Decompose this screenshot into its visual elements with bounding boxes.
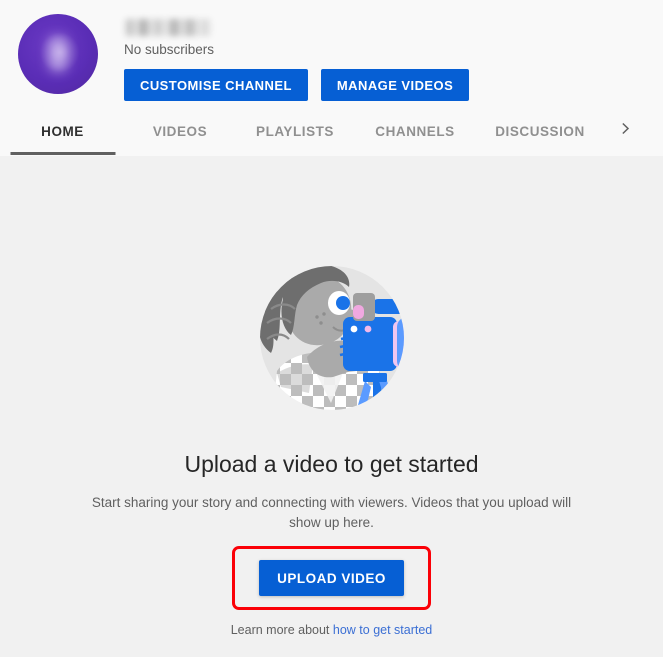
subscriber-count: No subscribers: [124, 42, 215, 57]
tab-home-label: HOME: [41, 124, 84, 139]
tab-playlists-label: PLAYLISTS: [256, 124, 334, 139]
tab-videos-label: VIDEOS: [152, 124, 208, 139]
tab-channels[interactable]: CHANNELS: [355, 110, 475, 156]
channel-action-buttons: CUSTOMISE CHANNEL MANAGE VIDEOS: [124, 69, 470, 101]
how-to-get-started-link[interactable]: how to get started: [333, 623, 432, 637]
channel-name-redacted: [124, 19, 212, 36]
tab-videos[interactable]: VIDEOS: [125, 110, 235, 156]
channel-header-inner: No subscribers CUSTOMISE CHANNEL MANAGE …: [18, 14, 470, 101]
manage-videos-button[interactable]: MANAGE VIDEOS: [320, 69, 470, 101]
tab-discussion[interactable]: DISCUSSION: [475, 110, 605, 156]
empty-state-subtitle: Start sharing your story and connecting …: [91, 495, 572, 530]
learn-more-prefix: Learn more about: [230, 623, 333, 637]
tab-discussion-label: DISCUSSION: [495, 124, 585, 139]
tab-channels-label: CHANNELS: [375, 124, 455, 139]
channel-meta: No subscribers CUSTOMISE CHANNEL MANAGE …: [124, 14, 470, 101]
avatar-initial-blurred: [49, 37, 67, 71]
empty-state-title: Upload a video to get started: [184, 451, 479, 477]
channel-home-empty-state: Upload a video to get started Start shar…: [0, 156, 663, 657]
upload-button-container: UPLOAD VIDEO: [232, 546, 431, 610]
upload-video-button[interactable]: UPLOAD VIDEO: [259, 560, 404, 596]
tab-playlists[interactable]: PLAYLISTS: [235, 110, 355, 156]
tab-home[interactable]: HOME: [0, 110, 125, 156]
learn-more-text: Learn more about how to get started: [231, 623, 433, 637]
chevron-right-icon[interactable]: [605, 110, 645, 156]
avatar[interactable]: [18, 14, 98, 94]
person-filming-with-camcorder-illustration: [247, 253, 417, 423]
customise-channel-button[interactable]: CUSTOMISE CHANNEL: [124, 69, 308, 101]
youtube-channel-page: No subscribers CUSTOMISE CHANNEL MANAGE …: [0, 0, 663, 657]
channel-tabs: HOME VIDEOS PLAYLISTS CHANNELS DISCUSSIO…: [0, 110, 663, 156]
channel-header: No subscribers CUSTOMISE CHANNEL MANAGE …: [0, 0, 663, 156]
